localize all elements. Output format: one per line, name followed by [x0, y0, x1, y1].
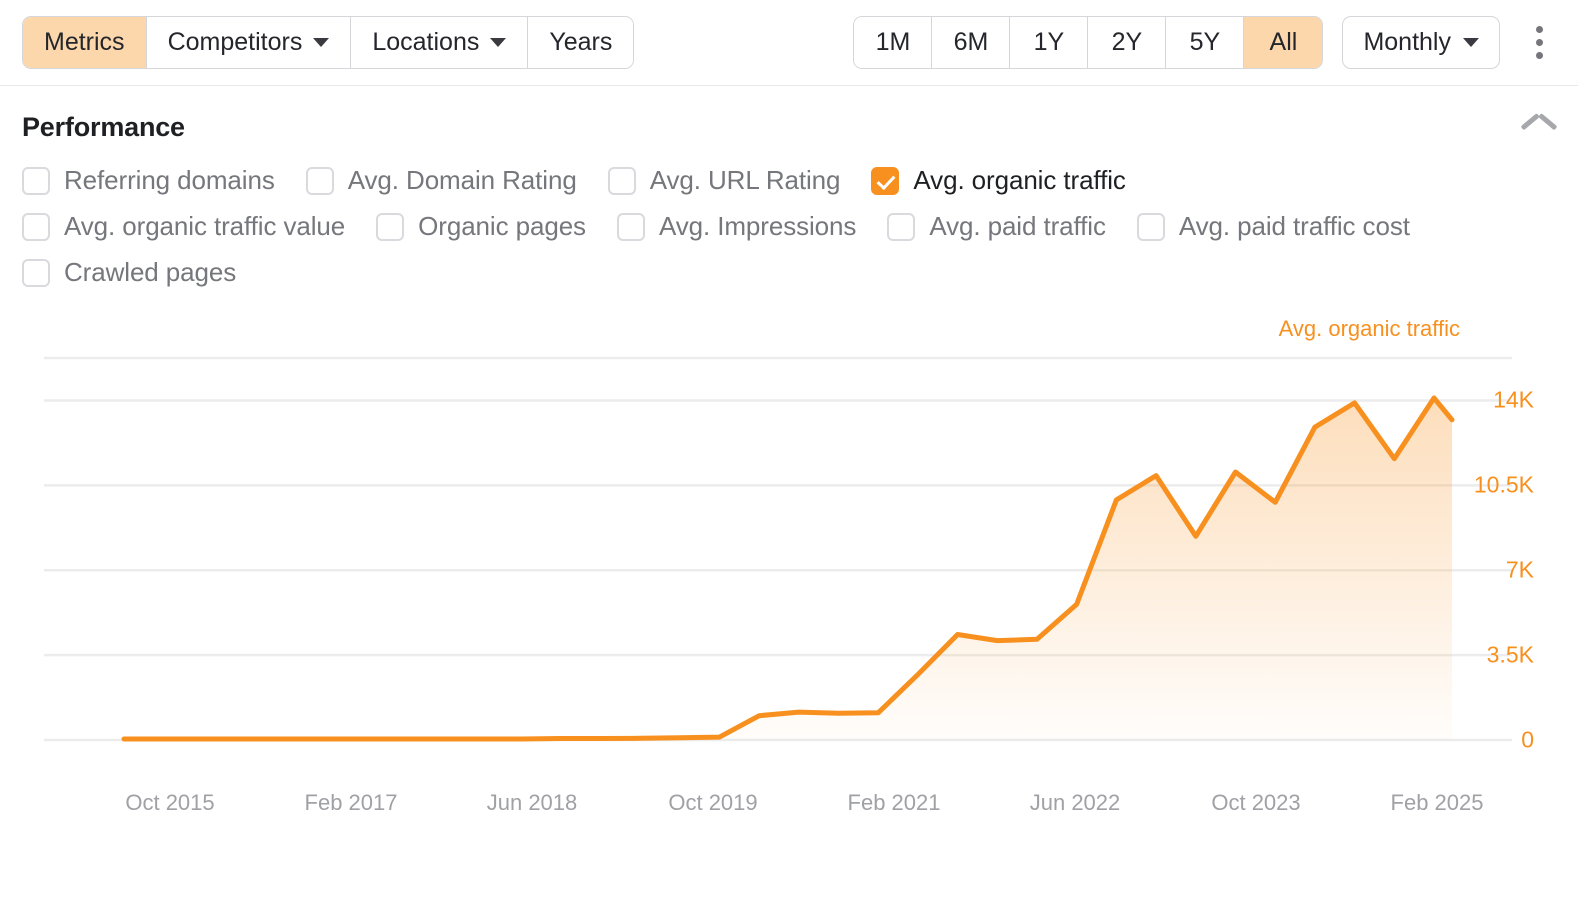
x-axis-tick-label: Feb 2025 [1390, 790, 1484, 815]
range-5y[interactable]: 5Y [1166, 17, 1245, 68]
range-2y-label: 2Y [1111, 28, 1143, 56]
view-tab-group: Metrics Competitors Locations Years [22, 16, 635, 69]
y-axis-tick-label: 3.5K [1486, 641, 1534, 668]
checkbox-icon[interactable] [22, 212, 50, 241]
metric-label: Avg. paid traffic [929, 211, 1106, 241]
metric-avg-organic-traffic-value[interactable]: Avg. organic traffic value [22, 211, 345, 242]
performance-chart: Avg. organic traffic 14K 10.5K 7K 3.5K 0 Oct… [22, 308, 1556, 838]
checkbox-icon[interactable] [616, 212, 645, 241]
x-axis-tick-label: Feb 2021 [847, 790, 941, 815]
tab-years-label: Years [549, 28, 613, 56]
tab-years[interactable]: Years [528, 17, 634, 68]
chevron-down-icon [490, 38, 507, 47]
page-title: Performance [22, 112, 185, 142]
tab-locations[interactable]: Locations [351, 17, 529, 68]
range-1m-label: 1M [875, 28, 911, 56]
metric-avg-domain-rating[interactable]: Avg. Domain Rating [305, 165, 577, 196]
metric-avg-url-rating[interactable]: Avg. URL Rating [607, 165, 841, 196]
range-1y-label: 1Y [1033, 28, 1065, 56]
metric-organic-pages[interactable]: Organic pages [376, 211, 586, 242]
range-1m[interactable]: 1M [854, 17, 933, 68]
metric-label: Avg. organic traffic [913, 165, 1126, 195]
y-axis-tick-label: 0 [1521, 726, 1534, 753]
x-axis-tick-label: Jun 2022 [1029, 790, 1121, 815]
range-all-label: All [1269, 28, 1298, 56]
checkbox-icon[interactable] [607, 166, 636, 195]
metric-label: Avg. Domain Rating [347, 165, 577, 195]
performance-panel: Performance Referring domains Avg. Domai… [0, 86, 1578, 838]
top-toolbar: Metrics Competitors Locations Years 1M 6… [0, 0, 1578, 86]
metric-label: Avg. organic traffic value [64, 211, 346, 241]
metric-referring-domains[interactable]: Referring domains [22, 165, 275, 196]
metric-row: Avg. organic traffic value Organic pages… [22, 211, 1556, 242]
checkbox-icon[interactable] [376, 212, 405, 241]
metric-avg-organic-traffic[interactable]: Avg. organic traffic [871, 165, 1126, 196]
y-axis-tick-label: 10.5K [1473, 471, 1534, 498]
tab-competitors[interactable]: Competitors [146, 17, 352, 68]
metric-avg-paid-traffic[interactable]: Avg. paid traffic [887, 211, 1106, 242]
metric-label: Referring domains [64, 165, 275, 195]
metric-checkbox-list: Referring domains Avg. Domain Rating Avg… [22, 165, 1556, 288]
kebab-menu-icon[interactable] [1522, 20, 1556, 66]
date-range-group: 1M 6M 1Y 2Y 5Y All [853, 16, 1324, 69]
chart-x-axis: Oct 2015 Feb 2017 Jun 2018 Oct 2019 Feb 2021… [22, 790, 1556, 830]
metric-crawled-pages[interactable]: Crawled pages [22, 257, 236, 288]
chart-canvas[interactable] [22, 308, 1556, 788]
metric-label: Avg. URL Rating [649, 165, 841, 195]
metric-avg-paid-traffic-cost[interactable]: Avg. paid traffic cost [1136, 211, 1410, 242]
checkbox-icon[interactable] [305, 166, 334, 195]
checkbox-checked-icon[interactable] [871, 166, 900, 195]
tab-locations-label: Locations [372, 28, 480, 56]
metric-label: Organic pages [418, 211, 586, 241]
range-5y-label: 5Y [1189, 28, 1221, 56]
checkbox-icon[interactable] [22, 258, 50, 287]
tab-competitors-label: Competitors [167, 28, 303, 56]
metric-row: Referring domains Avg. Domain Rating Avg… [22, 165, 1556, 196]
chevron-down-icon [313, 38, 330, 47]
range-6m[interactable]: 6M [932, 17, 1011, 68]
x-axis-tick-label: Oct 2023 [1211, 790, 1301, 815]
x-axis-tick-label: Jun 2018 [486, 790, 578, 815]
metric-label: Avg. Impressions [658, 211, 857, 241]
x-axis-tick-label: Oct 2015 [125, 790, 215, 815]
x-axis-tick-label: Oct 2019 [668, 790, 758, 815]
chevron-up-icon[interactable] [1522, 118, 1556, 138]
metric-row: Crawled pages [22, 257, 1556, 288]
checkbox-icon[interactable] [22, 166, 50, 195]
checkbox-icon[interactable] [1136, 212, 1165, 241]
range-1y[interactable]: 1Y [1010, 17, 1089, 68]
period-selector[interactable]: Monthly [1342, 16, 1500, 69]
metric-label: Avg. paid traffic cost [1178, 211, 1410, 241]
range-2y[interactable]: 2Y [1088, 17, 1167, 68]
metric-label: Crawled pages [64, 257, 237, 287]
performance-panel-header: Performance [22, 86, 1556, 143]
y-axis-tick-label: 7K [1505, 556, 1534, 583]
x-axis-tick-label: Feb 2017 [304, 790, 398, 815]
range-all[interactable]: All [1244, 17, 1323, 68]
period-selector-label: Monthly [1363, 28, 1451, 56]
chevron-down-icon [1463, 38, 1479, 47]
tab-metrics-label: Metrics [44, 28, 125, 56]
checkbox-icon[interactable] [887, 212, 916, 241]
metric-avg-impressions[interactable]: Avg. Impressions [616, 211, 857, 242]
y-axis-tick-label: 14K [1493, 386, 1534, 413]
tab-metrics[interactable]: Metrics [23, 17, 147, 68]
range-6m-label: 6M [953, 28, 989, 56]
